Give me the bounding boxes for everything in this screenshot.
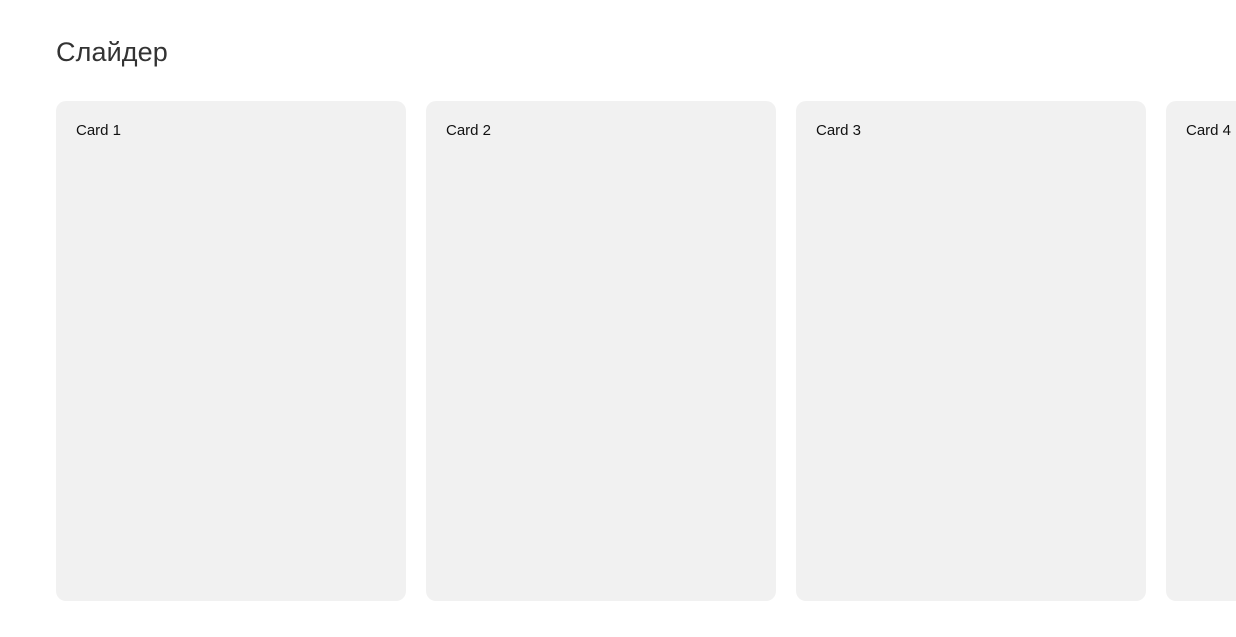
card-label: Card 3 (816, 122, 862, 139)
slider[interactable]: Card 1 Card 2 Card 3 Card 4 (56, 101, 1236, 601)
card-label: Card 4 (1186, 122, 1232, 139)
slider-card-2[interactable]: Card 2 (426, 101, 776, 601)
slider-card-1[interactable]: Card 1 (56, 101, 406, 601)
page: Слайдер Card 1 Card 2 Card 3 Card 4 (0, 0, 1236, 637)
slider-track[interactable]: Card 1 Card 2 Card 3 Card 4 (56, 101, 1236, 601)
card-label: Card 2 (446, 122, 492, 139)
card-label: Card 1 (76, 122, 122, 139)
slider-card-4[interactable]: Card 4 (1166, 101, 1236, 601)
page-title: Слайдер (56, 37, 168, 67)
slider-card-3[interactable]: Card 3 (796, 101, 1146, 601)
